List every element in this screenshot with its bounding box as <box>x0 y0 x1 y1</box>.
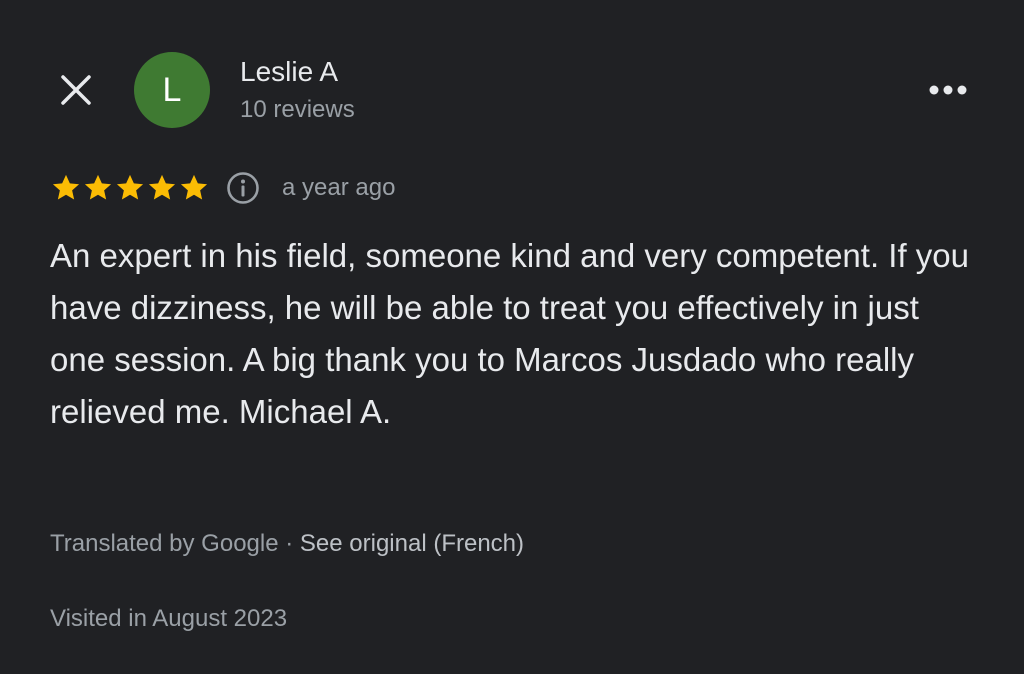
translated-by-label: Translated by Google <box>50 530 279 557</box>
translation-info: Translated by Google · See original (Fre… <box>50 530 524 558</box>
rating-row: a year ago <box>50 168 395 208</box>
separator: · <box>278 530 300 557</box>
review-count: 10 reviews <box>240 96 355 123</box>
star-icon <box>148 174 176 200</box>
review-card: L Leslie A 10 reviews a year ago An expe… <box>0 0 1024 674</box>
star-icon <box>52 174 80 200</box>
see-original-link[interactable]: See original (French) <box>300 530 524 557</box>
review-time: a year ago <box>282 174 396 201</box>
star-icon <box>84 174 112 200</box>
more-horizontal-icon <box>929 85 967 95</box>
more-options-button[interactable] <box>920 72 976 108</box>
star-rating <box>50 172 210 204</box>
info-icon[interactable] <box>226 171 260 205</box>
avatar-letter: L <box>162 70 182 109</box>
close-button[interactable] <box>54 68 98 112</box>
close-icon <box>61 75 91 105</box>
star-icon <box>180 174 208 200</box>
review-text: An expert in his field, someone kind and… <box>50 237 970 430</box>
visited-date: Visited in August 2023 <box>50 605 288 632</box>
author-name[interactable]: Leslie A <box>240 56 338 88</box>
star-icon <box>116 174 144 200</box>
avatar[interactable]: L <box>134 52 210 128</box>
